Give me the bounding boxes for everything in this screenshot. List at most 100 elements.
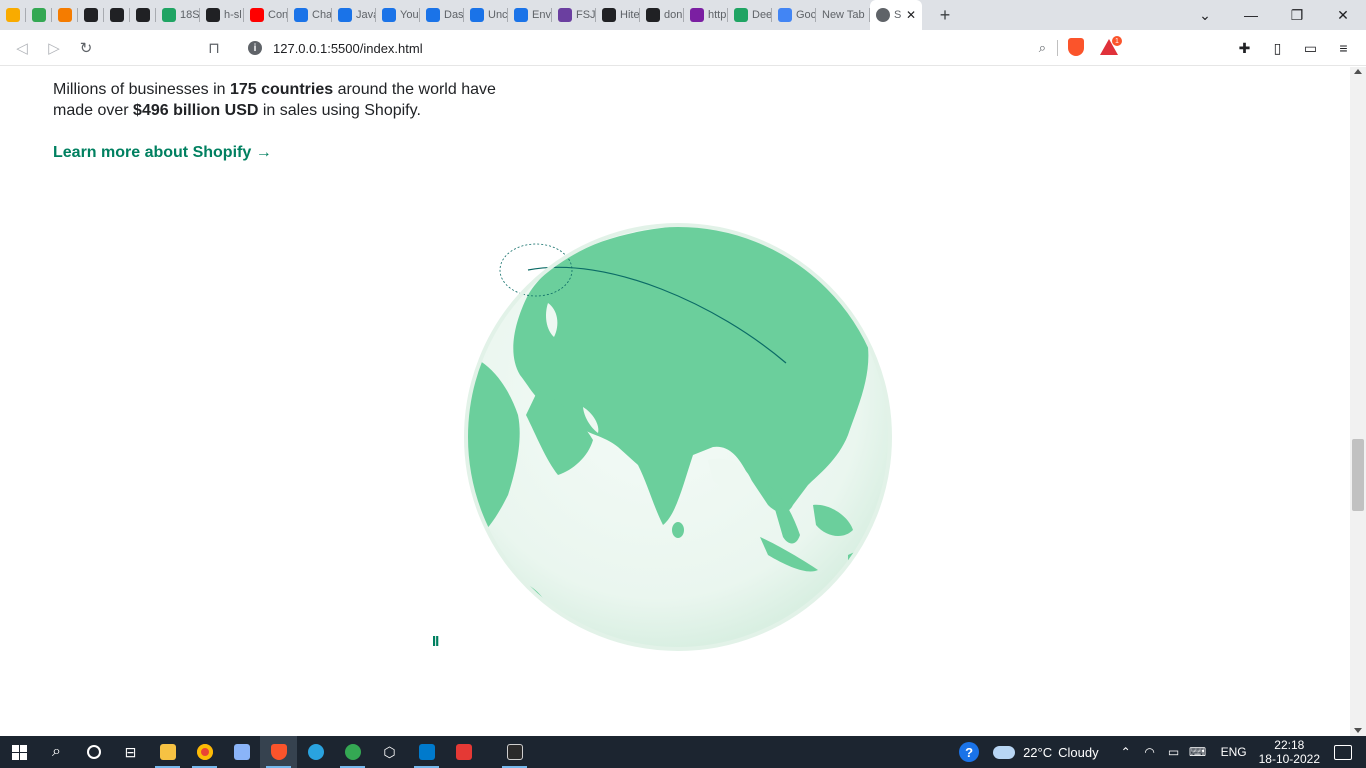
brave-shields-icon[interactable] xyxy=(1068,38,1084,56)
scroll-thumb[interactable] xyxy=(1352,439,1364,511)
weather-widget[interactable]: 22°C Cloudy xyxy=(993,745,1099,760)
sri-lanka-shape xyxy=(672,522,684,538)
page-scrollbar[interactable] xyxy=(1350,67,1366,736)
tab-label: New Tab xyxy=(822,9,865,21)
taskbar-wps[interactable] xyxy=(445,736,482,768)
language-indicator[interactable]: ENG xyxy=(1221,745,1247,759)
tab-favicon-icon xyxy=(136,8,150,22)
taskbar-3d[interactable]: ⬡ xyxy=(371,736,408,768)
zoom-icon[interactable]: ⌕ xyxy=(1039,40,1046,56)
chevron-up-icon[interactable]: ⌃ xyxy=(1115,745,1137,759)
tab-10[interactable]: Java xyxy=(332,0,376,30)
tab-favicon-icon xyxy=(6,8,20,22)
clock[interactable]: 22:18 18-10-2022 xyxy=(1259,738,1320,766)
clock-time: 22:18 xyxy=(1274,738,1305,752)
tab-label: h-sl xyxy=(224,9,242,21)
taskbar-sendto[interactable] xyxy=(334,736,371,768)
tab-active-label: S xyxy=(894,9,902,21)
forward-button[interactable]: ▷ xyxy=(38,32,70,64)
pause-button[interactable]: II xyxy=(432,633,439,650)
tab-11[interactable]: You xyxy=(376,0,420,30)
tab-19[interactable]: Dee xyxy=(728,0,772,30)
restore-button[interactable]: ❐ xyxy=(1274,0,1320,30)
chrome-icon xyxy=(196,744,213,760)
site-info-icon[interactable]: i xyxy=(248,41,262,55)
scroll-down-icon[interactable] xyxy=(1354,728,1362,733)
search-icon: ⌕ xyxy=(52,743,61,760)
tab-2[interactable] xyxy=(52,0,78,30)
tab-label: Unc xyxy=(488,9,508,21)
taskbar-telegram[interactable] xyxy=(297,736,334,768)
notification-icon[interactable] xyxy=(1334,744,1352,760)
tab-favicon-icon xyxy=(110,8,124,22)
tab-16[interactable]: Hite xyxy=(596,0,640,30)
menu-icon[interactable]: ≡ xyxy=(1327,32,1360,64)
system-tray: ? 22°C Cloudy ⌃ ◠ ▭ ⌨ ENG 22:18 18-10-20… xyxy=(959,736,1366,768)
tab-12[interactable]: Das xyxy=(420,0,464,30)
keyboard-icon[interactable]: ⌨ xyxy=(1187,745,1209,759)
tab-15[interactable]: FSJS xyxy=(552,0,596,30)
sidebar-icon[interactable]: ▯ xyxy=(1261,32,1294,64)
globe-animation xyxy=(408,185,940,655)
address-bar[interactable]: i 127.0.0.1:5500/index.html ⌕ 1 xyxy=(236,34,1130,62)
tab-14[interactable]: Env xyxy=(508,0,552,30)
tab-favicon-icon xyxy=(602,8,616,22)
tab-1[interactable] xyxy=(26,0,52,30)
battery-icon[interactable]: ▭ xyxy=(1163,745,1185,759)
tab-favicon-icon xyxy=(58,8,72,22)
tab-21[interactable]: New Tab xyxy=(816,0,870,30)
tab-search-icon[interactable]: ⌄ xyxy=(1182,0,1228,30)
wallet-icon[interactable]: ▭ xyxy=(1294,32,1327,64)
tab-17[interactable]: don xyxy=(640,0,684,30)
tab-13[interactable]: Unc xyxy=(464,0,508,30)
taskbar-brave[interactable] xyxy=(260,736,297,768)
learn-more-link[interactable]: Learn more about Shopify → xyxy=(53,144,272,162)
tab-7[interactable]: h-sl xyxy=(200,0,244,30)
telegram-icon xyxy=(307,744,324,760)
tab-4[interactable] xyxy=(104,0,130,30)
tab-favicon-icon xyxy=(558,8,572,22)
tab-6[interactable]: 18S xyxy=(156,0,200,30)
new-tab-button[interactable]: + xyxy=(930,0,960,30)
wifi-icon[interactable]: ◠ xyxy=(1139,745,1161,759)
tab-0[interactable] xyxy=(0,0,26,30)
taskbar-vscode[interactable] xyxy=(408,736,445,768)
send-icon xyxy=(344,744,361,760)
page-content: Millions of businesses in 175 countries … xyxy=(0,67,1350,736)
task-view-button[interactable]: ⊟ xyxy=(112,736,149,768)
tab-favicon-icon xyxy=(690,8,704,22)
tab-3[interactable] xyxy=(78,0,104,30)
australia-shape xyxy=(788,609,848,649)
search-button[interactable]: ⌕ xyxy=(38,736,75,768)
taskbar-notepad[interactable] xyxy=(223,736,260,768)
help-icon[interactable]: ? xyxy=(959,742,980,762)
wps-icon xyxy=(455,744,472,760)
taskbar-terminal[interactable] xyxy=(496,736,533,768)
tab-label: Env xyxy=(532,9,551,21)
tab-favicon-icon xyxy=(778,8,792,22)
extensions-icon[interactable]: ✚ xyxy=(1228,32,1261,64)
tab-18[interactable]: http xyxy=(684,0,728,30)
scroll-up-icon[interactable] xyxy=(1354,69,1362,74)
taskbar-file-explorer[interactable] xyxy=(149,736,186,768)
tab-9[interactable]: Cha xyxy=(288,0,332,30)
back-button[interactable]: ◁ xyxy=(6,32,38,64)
minimize-button[interactable]: — xyxy=(1228,0,1274,30)
bookmark-icon[interactable]: ⊓ xyxy=(198,32,230,64)
tab-20[interactable]: Goc xyxy=(772,0,816,30)
reload-button[interactable]: ↻ xyxy=(70,32,102,64)
tab-5[interactable] xyxy=(130,0,156,30)
windows-logo-icon xyxy=(11,744,27,760)
address-url[interactable]: 127.0.0.1:5500/index.html xyxy=(273,41,423,56)
start-button[interactable] xyxy=(0,736,38,768)
close-tab-icon[interactable]: ✕ xyxy=(906,8,916,22)
tab-8[interactable]: Con xyxy=(244,0,288,30)
stats-paragraph: Millions of businesses in 175 countries … xyxy=(53,79,523,121)
rewards-badge: 1 xyxy=(1112,36,1122,46)
close-window-button[interactable]: ✕ xyxy=(1320,0,1366,30)
tab-label: don xyxy=(664,9,683,21)
brave-rewards-icon[interactable]: 1 xyxy=(1100,36,1122,55)
tab-active[interactable]: S ✕ xyxy=(870,0,922,30)
cortana-button[interactable] xyxy=(75,736,112,768)
taskbar-chrome[interactable] xyxy=(186,736,223,768)
